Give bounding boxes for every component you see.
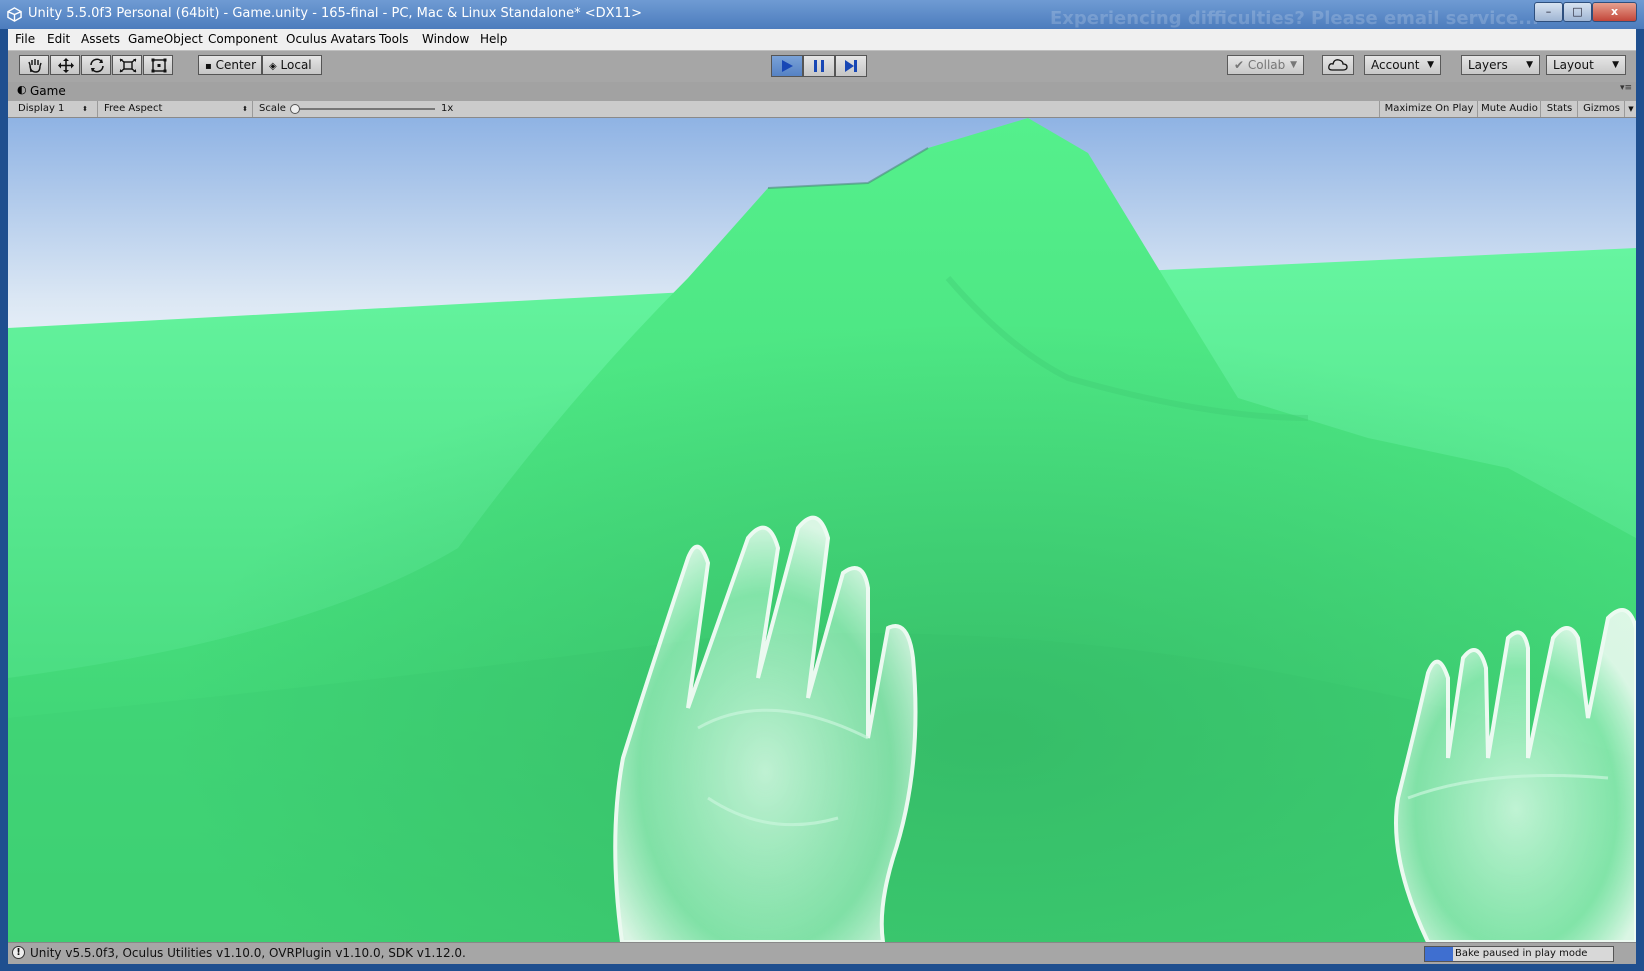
rotate-icon bbox=[90, 58, 104, 73]
menu-bar: File Edit Assets GameObject Component Oc… bbox=[8, 29, 1636, 51]
move-icon bbox=[58, 58, 74, 73]
layers-label: Layers bbox=[1468, 58, 1508, 72]
hand-icon bbox=[28, 59, 42, 73]
menu-oculus-avatars[interactable]: Oculus Avatars bbox=[286, 32, 376, 46]
scale-icon bbox=[119, 58, 137, 73]
game-viewport[interactable] bbox=[8, 118, 1636, 942]
hand-tool-button[interactable] bbox=[19, 55, 49, 75]
gizmos-chevron-down-icon[interactable]: ▼ bbox=[1624, 101, 1637, 117]
main-toolbar: ▪︎ Center ◈ Local ✔ Collab ▼ Account ▼ L… bbox=[8, 51, 1636, 82]
menu-help[interactable]: Help bbox=[480, 32, 507, 46]
maximize-button[interactable]: □ bbox=[1563, 2, 1592, 22]
rect-tool-icon bbox=[151, 58, 167, 73]
menu-window[interactable]: Window bbox=[422, 32, 469, 46]
cloud-icon bbox=[1328, 59, 1348, 71]
scale-value: 1x bbox=[441, 103, 454, 114]
unity-logo-icon bbox=[7, 7, 22, 22]
bake-progress: Bake paused in play mode bbox=[1424, 946, 1614, 962]
layout-dropdown[interactable]: Layout ▼ bbox=[1546, 55, 1626, 75]
layers-dropdown[interactable]: Layers ▼ bbox=[1461, 55, 1540, 75]
menu-tools[interactable]: Tools bbox=[379, 32, 409, 46]
maximize-on-play-toggle[interactable]: Maximize On Play bbox=[1379, 101, 1478, 117]
menu-gameobject[interactable]: GameObject bbox=[128, 32, 203, 46]
display-label: Display 1 bbox=[18, 103, 65, 114]
aspect-select[interactable]: Free Aspect ⬍ bbox=[97, 101, 252, 117]
bake-progress-fill bbox=[1425, 947, 1454, 961]
play-button[interactable] bbox=[771, 55, 803, 77]
move-tool-button[interactable] bbox=[50, 55, 80, 75]
title-watermark: Experiencing difficulties? Please email … bbox=[1050, 8, 1539, 29]
pivot-center-button[interactable]: ▪︎ Center bbox=[198, 55, 262, 75]
layout-label: Layout bbox=[1553, 58, 1594, 72]
title-bar: Unity 5.5.0f3 Personal (64bit) - Game.un… bbox=[0, 0, 1644, 29]
local-cube-icon: ◈ bbox=[269, 61, 277, 72]
pivot-center-icon: ▪︎ bbox=[205, 61, 212, 72]
status-bar: ! Unity v5.5.0f3, Oculus Utilities v1.10… bbox=[8, 942, 1636, 964]
mute-audio-toggle[interactable]: Mute Audio bbox=[1477, 101, 1541, 117]
pause-icon bbox=[814, 60, 824, 72]
pivot-center-label: Center bbox=[215, 58, 256, 72]
chevron-down-icon: ▼ bbox=[1612, 60, 1619, 70]
game-scene-render bbox=[8, 118, 1636, 942]
scale-label: Scale bbox=[259, 103, 286, 114]
tab-menu-icon[interactable]: ▾≡ bbox=[1620, 83, 1632, 93]
scale-control: Scale 1x bbox=[252, 101, 462, 117]
scale-tool-button[interactable] bbox=[112, 55, 142, 75]
step-icon bbox=[845, 60, 857, 72]
collab-label: Collab bbox=[1247, 58, 1286, 72]
display-select[interactable]: Display 1 ⬍ bbox=[8, 101, 92, 117]
menu-edit[interactable]: Edit bbox=[47, 32, 70, 46]
gizmos-toggle[interactable]: Gizmos bbox=[1577, 101, 1625, 117]
account-label: Account bbox=[1371, 58, 1420, 72]
game-tab-strip: ◐ Game ▾≡ bbox=[8, 82, 1636, 101]
pivot-local-button[interactable]: ◈ Local bbox=[262, 55, 322, 75]
close-button[interactable]: x bbox=[1592, 2, 1637, 22]
menu-component[interactable]: Component bbox=[208, 32, 278, 46]
play-icon bbox=[782, 60, 793, 72]
menu-file[interactable]: File bbox=[15, 32, 35, 46]
tab-game[interactable]: Game bbox=[30, 84, 66, 98]
scale-slider-track[interactable] bbox=[293, 108, 435, 110]
menu-assets[interactable]: Assets bbox=[81, 32, 120, 46]
step-button[interactable] bbox=[835, 55, 867, 77]
scale-slider-thumb[interactable] bbox=[290, 104, 300, 114]
bake-status-text: Bake paused in play mode bbox=[1455, 948, 1588, 959]
chevron-down-icon: ▼ bbox=[1526, 60, 1533, 70]
game-tab-icon: ◐ bbox=[17, 83, 27, 96]
collab-check-icon: ✔ bbox=[1234, 58, 1245, 72]
rect-tool-button[interactable] bbox=[143, 55, 173, 75]
pause-button[interactable] bbox=[803, 55, 835, 77]
stats-toggle[interactable]: Stats bbox=[1540, 101, 1578, 117]
rotate-tool-button[interactable] bbox=[81, 55, 111, 75]
game-view-toolbar: Display 1 ⬍ Free Aspect ⬍ Scale 1x Maxim… bbox=[8, 101, 1636, 118]
collab-dropdown[interactable]: ✔ Collab ▼ bbox=[1227, 55, 1304, 75]
minimize-button[interactable]: – bbox=[1534, 2, 1563, 22]
chevron-down-icon: ▼ bbox=[1427, 60, 1434, 70]
window-title: Unity 5.5.0f3 Personal (64bit) - Game.un… bbox=[28, 6, 643, 21]
unity-window: Unity 5.5.0f3 Personal (64bit) - Game.un… bbox=[0, 0, 1644, 971]
aspect-label: Free Aspect bbox=[104, 103, 163, 114]
status-message[interactable]: Unity v5.5.0f3, Oculus Utilities v1.10.0… bbox=[30, 946, 466, 960]
info-icon: ! bbox=[12, 946, 25, 959]
account-dropdown[interactable]: Account ▼ bbox=[1364, 55, 1441, 75]
pivot-local-label: Local bbox=[280, 58, 312, 72]
chevron-updown-icon: ⬍ bbox=[82, 105, 88, 113]
cloud-button[interactable] bbox=[1322, 55, 1354, 75]
chevron-down-icon: ▼ bbox=[1290, 60, 1297, 70]
chevron-updown-icon: ⬍ bbox=[242, 105, 248, 113]
